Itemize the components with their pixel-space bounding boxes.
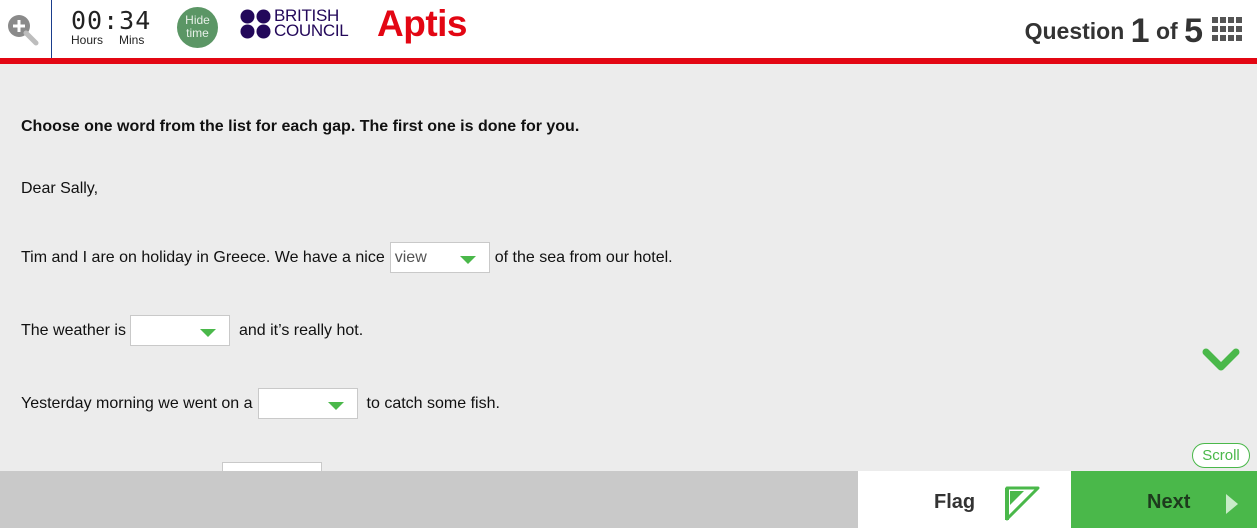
british-council-logo: BRITISH COUNCIL bbox=[240, 7, 350, 42]
sentence-1-before: Tim and I are on holiday in Greece. We h… bbox=[21, 248, 385, 266]
question-grid-icon[interactable] bbox=[1212, 17, 1244, 41]
zoom-in-icon[interactable] bbox=[5, 12, 39, 46]
flag-button[interactable]: Flag bbox=[858, 471, 1071, 528]
sentence-1: Tim and I are on holiday in Greece. We h… bbox=[21, 242, 673, 273]
sentence-2: The weather is and it’s really hot. bbox=[21, 315, 363, 346]
logo-line-2: COUNCIL bbox=[274, 21, 349, 40]
question-total: 5 bbox=[1184, 12, 1203, 50]
question-prefix: Question bbox=[1024, 18, 1125, 44]
sentence-4-partial bbox=[21, 462, 327, 471]
question-counter: Question 1 of 5 bbox=[1024, 9, 1203, 50]
hide-time-label-2: time bbox=[186, 26, 209, 40]
british-council-dots-icon bbox=[240, 9, 271, 39]
gap-dropdown-4[interactable] bbox=[222, 462, 322, 471]
sentence-2-after: and it’s really hot. bbox=[238, 321, 364, 339]
dropdown-caret-icon bbox=[459, 256, 476, 264]
sentence-3: Yesterday morning we went on a to catch … bbox=[21, 388, 500, 419]
question-current: 1 bbox=[1130, 12, 1150, 50]
question-content: Choose one word from the list for each g… bbox=[0, 64, 1257, 471]
gap-dropdown-1[interactable]: view bbox=[389, 242, 490, 273]
scroll-button[interactable]: Scroll bbox=[1192, 443, 1250, 468]
flag-icon bbox=[1005, 486, 1040, 521]
letter-greeting: Dear Sally, bbox=[21, 180, 98, 198]
sentence-3-before: Yesterday morning we went on a bbox=[21, 394, 253, 412]
timer-mins-label: Mins bbox=[119, 33, 145, 47]
task-instruction: Choose one word from the list for each g… bbox=[21, 118, 580, 135]
countdown-timer: 00:34 Hours Mins bbox=[68, 6, 158, 52]
dropdown-caret-icon bbox=[199, 329, 216, 337]
hide-time-button[interactable]: Hide time bbox=[177, 7, 218, 48]
aptis-logo: Aptis bbox=[377, 3, 468, 44]
dropdown-caret-icon bbox=[327, 402, 344, 410]
british-council-wordmark: BRITISH COUNCIL bbox=[274, 7, 349, 40]
flag-button-label: Flag bbox=[934, 491, 976, 513]
gap-dropdown-3[interactable] bbox=[257, 388, 358, 419]
sentence-1-after: of the sea from our hotel. bbox=[494, 248, 673, 266]
gap-dropdown-1-value: view bbox=[394, 249, 427, 266]
next-button-label: Next bbox=[1147, 491, 1191, 513]
greeting-text: Dear Sally, bbox=[21, 180, 99, 197]
sentence-2-before: The weather is bbox=[21, 321, 126, 339]
header-divider bbox=[51, 0, 52, 58]
footer-bar: Flag Next bbox=[0, 471, 1257, 528]
next-arrow-icon bbox=[1226, 494, 1238, 514]
sentence-3-after: to catch some fish. bbox=[366, 394, 500, 412]
question-of: of bbox=[1155, 18, 1178, 44]
gap-dropdown-2[interactable] bbox=[129, 315, 230, 346]
scroll-chevron-icon[interactable] bbox=[1192, 347, 1250, 405]
next-button[interactable]: Next bbox=[1071, 471, 1257, 528]
header-bar: 00:34 Hours Mins Hide time BRITISH COUNC… bbox=[0, 0, 1257, 58]
timer-value: 00:34 bbox=[71, 6, 152, 35]
timer-hours-label: Hours bbox=[71, 33, 104, 47]
